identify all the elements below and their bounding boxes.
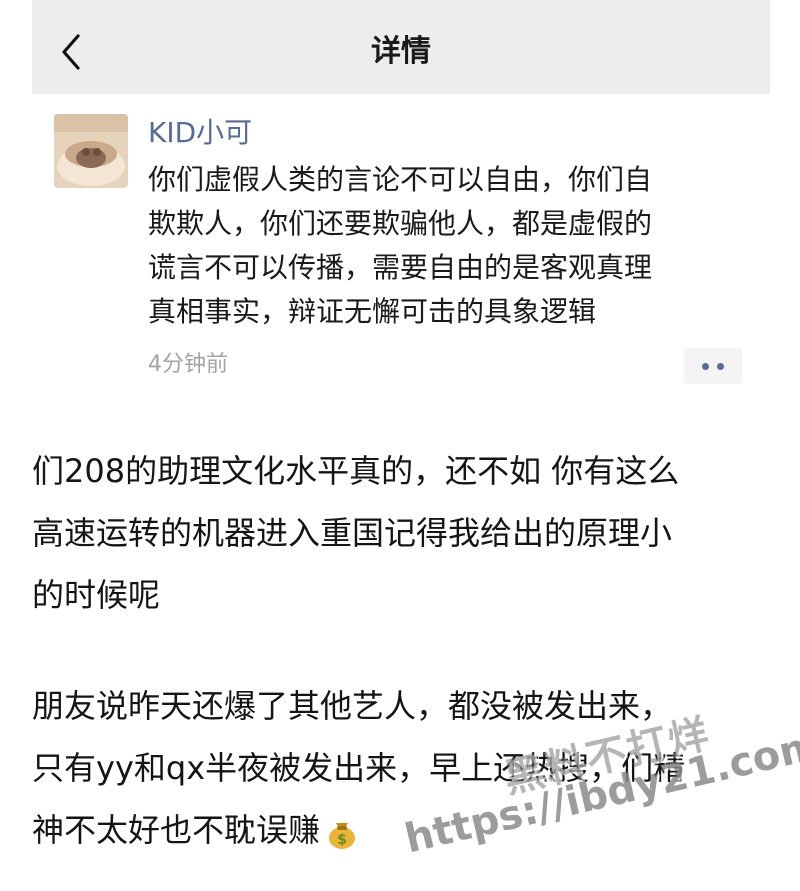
body-line: 只有yy和qx半夜被发出来，早上还热搜，们精	[32, 749, 686, 787]
page-title: 详情	[371, 34, 431, 69]
body-line: 们208的助理文化水平真的，还不如 你有这么	[32, 452, 680, 490]
comment-line: 谎言不可以传播，需要自由的是客观真理	[148, 251, 653, 284]
body-line: 高速运转的机器进入重国记得我给出的原理小	[32, 514, 673, 552]
more-dots-icon	[702, 363, 709, 370]
comment-line: 欺欺人，你们还要欺骗他人，都是虚假的	[148, 207, 653, 240]
body-paragraph-2: 朋友说昨天还爆了其他艺人，都没被发出来， 只有yy和qx半夜被发出来，早上还热搜…	[32, 675, 792, 861]
comment-username[interactable]: KID小可	[148, 113, 252, 153]
money-bag-icon: $	[329, 823, 356, 849]
body-line: 朋友说昨天还爆了其他艺人，都没被发出来，	[32, 687, 673, 725]
comment-timestamp: 4分钟前	[148, 352, 228, 377]
body-line-last: 神不太好也不耽误赚 $	[32, 799, 792, 861]
body-line: 的时候呢	[32, 576, 161, 614]
comment-text: 你们虚假人类的言论不可以自由，你们自 欺欺人，你们还要欺骗他人，都是虚假的 谎言…	[148, 158, 748, 334]
more-dots-icon	[717, 363, 724, 370]
svg-text:$: $	[337, 832, 347, 848]
comment-line: 你们虚假人类的言论不可以自由，你们自	[148, 163, 653, 196]
comment-line: 真相事实，辩证无懈可击的具象逻辑	[148, 295, 597, 328]
avatar-image	[54, 114, 128, 188]
body-paragraph-1: 们208的助理文化水平真的，还不如 你有这么 高速运转的机器进入重国记得我给出的…	[32, 440, 792, 626]
avatar[interactable]	[54, 114, 128, 188]
body-line-text: 神不太好也不耽误赚	[32, 811, 321, 849]
nav-header: 详情	[32, 0, 770, 94]
more-button[interactable]	[684, 348, 742, 384]
